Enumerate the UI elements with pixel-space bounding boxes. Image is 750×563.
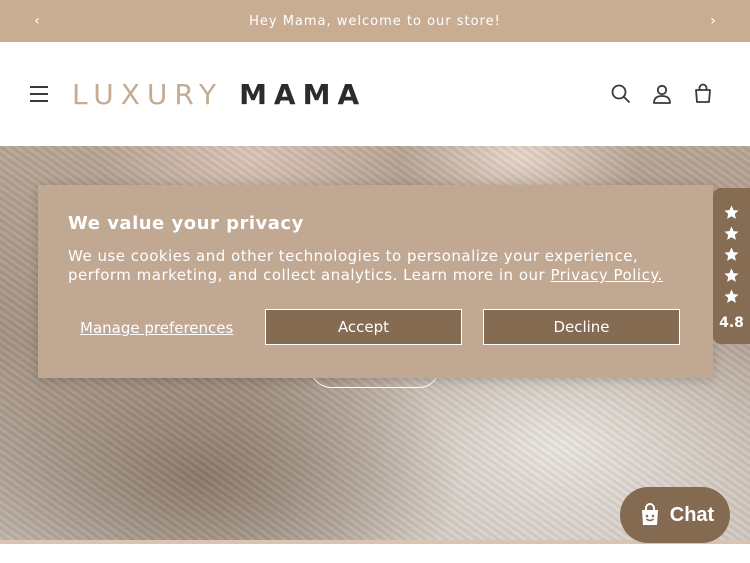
review-score: 4.8	[719, 315, 744, 331]
chevron-right-icon[interactable]: ›	[698, 0, 728, 42]
star-icon	[724, 289, 739, 303]
announcement-text: Hey Mama, welcome to our store!	[249, 13, 501, 29]
decline-button[interactable]: Decline	[483, 309, 680, 345]
chevron-left-icon[interactable]: ‹	[22, 0, 52, 42]
search-icon[interactable]	[609, 82, 633, 106]
site-logo[interactable]: LUXURY MAMA	[72, 78, 366, 111]
privacy-policy-link[interactable]: Privacy Policy.	[550, 266, 662, 284]
cookie-banner-title: We value your privacy	[68, 213, 304, 234]
announcement-bar: ‹ Hey Mama, welcome to our store! ›	[0, 0, 750, 42]
cart-icon[interactable]	[691, 82, 715, 106]
star-icon	[724, 268, 739, 282]
logo-dark-text: MAMA	[239, 78, 367, 111]
accept-button[interactable]: Accept	[265, 309, 462, 345]
star-icon	[724, 226, 739, 240]
star-icon	[724, 247, 739, 261]
chat-button[interactable]: Chat	[620, 487, 730, 543]
account-icon[interactable]	[650, 82, 674, 106]
site-header: LUXURY MAMA	[0, 42, 750, 146]
hamburger-icon[interactable]	[30, 86, 48, 102]
chat-label: Chat	[669, 503, 715, 526]
cookie-banner-text: We use cookies and other technologies to…	[68, 247, 683, 285]
chat-bag-icon	[641, 503, 658, 525]
star-icon	[724, 205, 739, 219]
reviews-tab[interactable]: 4.8	[713, 188, 750, 344]
cookie-banner: We value your privacy We use cookies and…	[38, 185, 713, 378]
manage-preferences-link[interactable]: Manage preferences	[80, 319, 233, 337]
logo-light-text: LUXURY	[72, 78, 224, 111]
